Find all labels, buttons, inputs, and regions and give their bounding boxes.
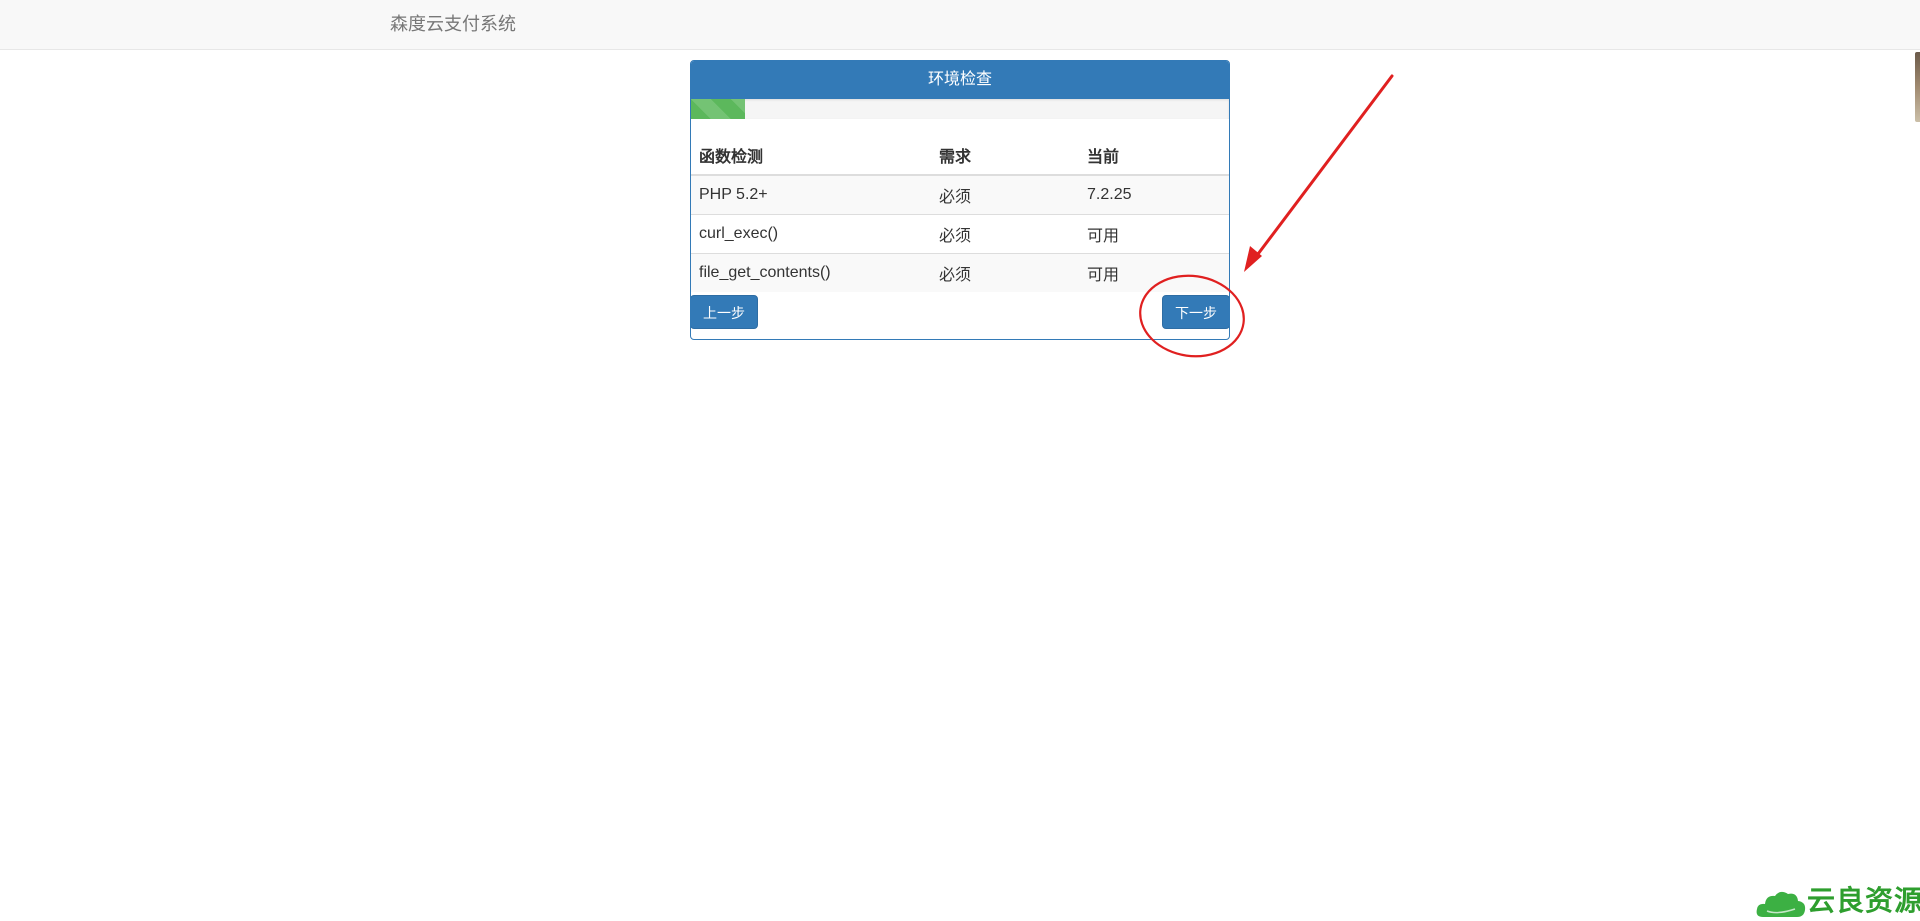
annotation-arrow-head [1244,246,1262,272]
row-requirement: 必须 [931,214,1079,254]
row-function-name: curl_exec() [691,214,931,254]
row-function-name: file_get_contents() [691,253,931,292]
install-progress [691,99,1229,119]
row-function-name: PHP 5.2+ [691,174,931,215]
row-current-value: 可用 [1079,214,1229,254]
column-header-current: 当前 [1079,136,1229,176]
edge-thumbnail [1915,52,1920,122]
top-navbar: 森度云支付系统 [0,0,1920,50]
column-header-requirement: 需求 [931,136,1079,176]
column-header-function: 函数检测 [691,136,931,176]
previous-step-button[interactable]: 上一步 [691,295,758,329]
environment-table: 函数检测 需求 当前 PHP 5.2+ 必须 7.2.25 curl_exec(… [691,136,1229,292]
table-row: curl_exec() 必须 可用 [691,214,1229,254]
table-row: file_get_contents() 必须 可用 [691,253,1229,292]
install-progress-fill [691,99,745,119]
row-requirement: 必须 [931,253,1079,292]
row-requirement: 必须 [931,174,1079,215]
environment-check-panel: 环境检查 函数检测 需求 当前 PHP 5.2+ 必须 7.2.25 curl_… [690,60,1230,340]
cloud-logo-icon [1756,891,1806,917]
row-current-value: 7.2.25 [1079,174,1229,215]
watermark-text: 云良资源网 [1807,885,1920,916]
table-row: PHP 5.2+ 必须 7.2.25 [691,174,1229,215]
site-watermark: 云良资源网 [1755,885,1920,919]
annotation-arrow-shaft [1250,74,1394,264]
row-current-value: 可用 [1079,253,1229,292]
table-header-row: 函数检测 需求 当前 [691,136,1229,176]
next-step-button[interactable]: 下一步 [1162,295,1229,329]
brand-title[interactable]: 森度云支付系统 [390,13,516,35]
panel-title: 环境检查 [691,61,1229,99]
